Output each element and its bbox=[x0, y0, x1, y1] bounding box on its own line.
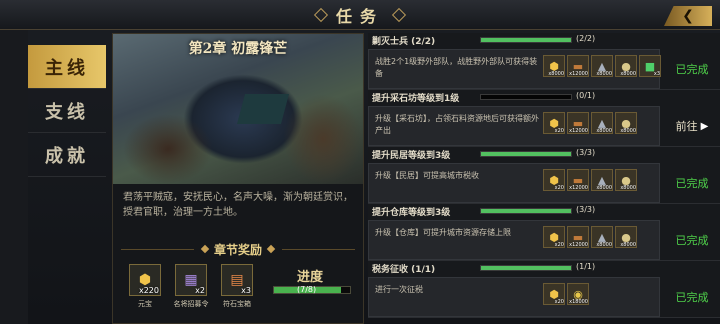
left-border bbox=[0, 30, 28, 324]
chapter-description: 君荡平贼寇，安抚民心，名声大噪，渐为朝廷赏识，授君官职，治理一方土地。 bbox=[123, 192, 353, 218]
tab-side-quest[interactable]: 支线 bbox=[28, 89, 106, 133]
task-count: (3/3) bbox=[576, 148, 596, 157]
completed-label: 已完成 bbox=[675, 291, 709, 304]
chevron-right-icon: ▶ bbox=[700, 120, 709, 132]
task-body: 升级【民居】可提高城市税收 ⬢ x20 ▬ x12000 ▲ x8000 ● x8000 bbox=[368, 163, 660, 203]
task-list: 剿灭士兵 (2/2) (2/2) 战胜2个1级野外部队，战胜野外部队可获得装备 … bbox=[368, 33, 720, 318]
title-right-diamond bbox=[391, 7, 407, 23]
task-progress-bar bbox=[480, 151, 572, 157]
task-description: 进行一次征税 bbox=[375, 285, 423, 294]
task-rewards: ⬢ x20 ▬ x12000 ▲ x8000 ● x8000 bbox=[543, 169, 637, 191]
task-item: 剿灭士兵 (2/2) (2/2) 战胜2个1级野外部队，战胜野外部队可获得装备 … bbox=[368, 33, 720, 90]
task-progress-bar bbox=[480, 37, 572, 43]
task-name: 提升仓库等级到3级 bbox=[372, 208, 451, 218]
chapter-reward-header: 章节奖励 bbox=[113, 240, 363, 258]
task-screen: 任务 ❮ 主线 支线 成就 第2章 初露锋芒 君荡平贼寇，安抚民心，名声大噪，渐… bbox=[0, 0, 720, 324]
task-body: 升级【采石坊】，占领石料资源地后可获得额外产出 ⬢ x20 ▬ x12000 ▲ x800… bbox=[368, 106, 660, 146]
task-reward-item[interactable]: ▬ x12000 bbox=[567, 169, 589, 191]
completed-label: 已完成 bbox=[675, 177, 709, 190]
sidebar: 主线 支线 成就 bbox=[28, 45, 106, 177]
go-button[interactable]: 前往 ▶ bbox=[666, 106, 718, 146]
title-area: 任务 bbox=[300, 2, 420, 28]
tab-main-quest[interactable]: 主线 bbox=[28, 45, 106, 89]
task-count: (0/1) bbox=[576, 91, 596, 100]
task-description: 战胜2个1级野外部队，战胜野外部队可获得装备 bbox=[375, 57, 538, 78]
task-reward-item[interactable]: ⬢ x20 bbox=[543, 169, 565, 191]
task-body: 升级【仓库】可提升城市资源存储上限 ⬢ x20 ▬ x12000 ▲ x8000 ● x800… bbox=[368, 220, 660, 260]
task-item: 提升采石坊等级到1级 (0/1) 升级【采石坊】，占领石料资源地后可获得额外产出… bbox=[368, 90, 720, 147]
task-name: 剿灭士兵 (2/2) bbox=[372, 37, 436, 47]
chapter-rewards: ⬢ x220 元宝 ▦ x2 名将招募令 ▤ x3 符石宝箱 bbox=[127, 264, 255, 309]
task-reward-item[interactable]: ▬ x12000 bbox=[567, 226, 589, 248]
reward-heading: 章节奖励 bbox=[214, 242, 263, 257]
task-progress-bar bbox=[480, 94, 572, 100]
task-name: 提升民居等级到3级 bbox=[372, 151, 451, 161]
task-reward-item[interactable]: ▬ x12000 bbox=[567, 55, 589, 77]
task-count: (1/1) bbox=[576, 262, 596, 271]
completed-label: 已完成 bbox=[675, 234, 709, 247]
completed-label: 已完成 bbox=[675, 63, 709, 76]
task-reward-item[interactable]: ■ x3 bbox=[639, 55, 661, 77]
task-header: 提升仓库等级到3级 (3/3) bbox=[368, 204, 660, 218]
task-reward-item[interactable]: ▬ x12000 bbox=[567, 112, 589, 134]
title-left-diamond bbox=[313, 7, 329, 23]
task-reward-item[interactable]: ● x8000 bbox=[615, 169, 637, 191]
task-reward-item[interactable]: ▲ x8000 bbox=[591, 169, 613, 191]
back-button[interactable]: ❮ bbox=[664, 6, 712, 26]
task-header: 剿灭士兵 (2/2) (2/2) bbox=[368, 33, 660, 47]
task-reward-item[interactable]: ▲ x8000 bbox=[591, 226, 613, 248]
task-rewards: ⬢ x20 ◉ x18000 bbox=[543, 283, 589, 305]
task-reward-item[interactable]: ▲ x8000 bbox=[591, 112, 613, 134]
task-header: 提升采石坊等级到1级 (0/1) bbox=[368, 90, 660, 104]
task-reward-item[interactable]: ▲ x8000 bbox=[591, 55, 613, 77]
task-count: (2/2) bbox=[576, 34, 596, 43]
chapter-title: 第2章 初露锋芒 bbox=[188, 41, 288, 57]
progress-label: 进度 bbox=[297, 270, 324, 285]
task-count: (3/3) bbox=[576, 205, 596, 214]
task-reward-item[interactable]: ⬢ x8000 bbox=[543, 55, 565, 77]
chapter-reward-item[interactable]: ▤ x3 符石宝箱 bbox=[219, 264, 255, 309]
task-description: 升级【仓库】可提升城市资源存储上限 bbox=[375, 228, 511, 237]
task-reward-item[interactable]: ⬢ x20 bbox=[543, 112, 565, 134]
back-arrow-icon: ❮ bbox=[682, 8, 694, 24]
task-item: 税务征收 (1/1) (1/1) 进行一次征税 ⬢ x20 ◉ x18000 已完成 bbox=[368, 261, 720, 318]
task-rewards: ⬢ x20 ▬ x12000 ▲ x8000 ● x8000 bbox=[543, 112, 637, 134]
task-header: 税务征收 (1/1) (1/1) bbox=[368, 261, 660, 275]
task-body: 进行一次征税 ⬢ x20 ◉ x18000 bbox=[368, 277, 660, 317]
task-description: 升级【采石坊】，占领石料资源地后可获得额外产出 bbox=[375, 114, 539, 135]
task-reward-item[interactable]: ◉ x18000 bbox=[567, 283, 589, 305]
task-progress-bar bbox=[480, 265, 572, 271]
top-bar: 任务 ❮ bbox=[0, 0, 720, 30]
page-title: 任务 bbox=[335, 7, 384, 26]
task-body: 战胜2个1级野外部队，战胜野外部队可获得装备 ⬢ x8000 ▬ x12000 ▲ x80… bbox=[368, 49, 661, 89]
task-rewards: ⬢ x20 ▬ x12000 ▲ x8000 ● x8000 bbox=[543, 226, 637, 248]
chapter-illustration: 第2章 初露锋芒 bbox=[113, 34, 363, 184]
task-item: 提升民居等级到3级 (3/3) 升级【民居】可提高城市税收 ⬢ x20 ▬ x1200… bbox=[368, 147, 720, 204]
chapter-progress-text: (7/8) bbox=[297, 285, 317, 294]
task-progress-bar bbox=[480, 208, 572, 214]
task-reward-item[interactable]: ● x8000 bbox=[615, 112, 637, 134]
task-reward-item[interactable]: ⬢ x20 bbox=[543, 283, 565, 305]
task-reward-item[interactable]: ● x8000 bbox=[615, 55, 637, 77]
task-name: 税务征收 (1/1) bbox=[372, 265, 436, 275]
chapter-reward-item[interactable]: ⬢ x220 元宝 bbox=[127, 264, 163, 309]
chapter-reward-item[interactable]: ▦ x2 名将招募令 bbox=[173, 264, 209, 309]
task-item: 提升仓库等级到3级 (3/3) 升级【仓库】可提升城市资源存储上限 ⬢ x20 ▬ x… bbox=[368, 204, 720, 261]
tab-achievements[interactable]: 成就 bbox=[28, 133, 106, 177]
task-reward-item[interactable]: ⬢ x20 bbox=[543, 226, 565, 248]
task-header: 提升民居等级到3级 (3/3) bbox=[368, 147, 660, 161]
task-rewards: ⬢ x8000 ▬ x12000 ▲ x8000 ● x8000 ■ x3 bbox=[543, 55, 661, 77]
task-reward-item[interactable]: ● x8000 bbox=[615, 226, 637, 248]
task-description: 升级【民居】可提高城市税收 bbox=[375, 171, 479, 180]
chapter-panel: 第2章 初露锋芒 君荡平贼寇，安抚民心，名声大噪，渐为朝廷赏识，授君官职，治理一… bbox=[112, 33, 364, 324]
task-name: 提升采石坊等级到1级 bbox=[372, 94, 460, 104]
